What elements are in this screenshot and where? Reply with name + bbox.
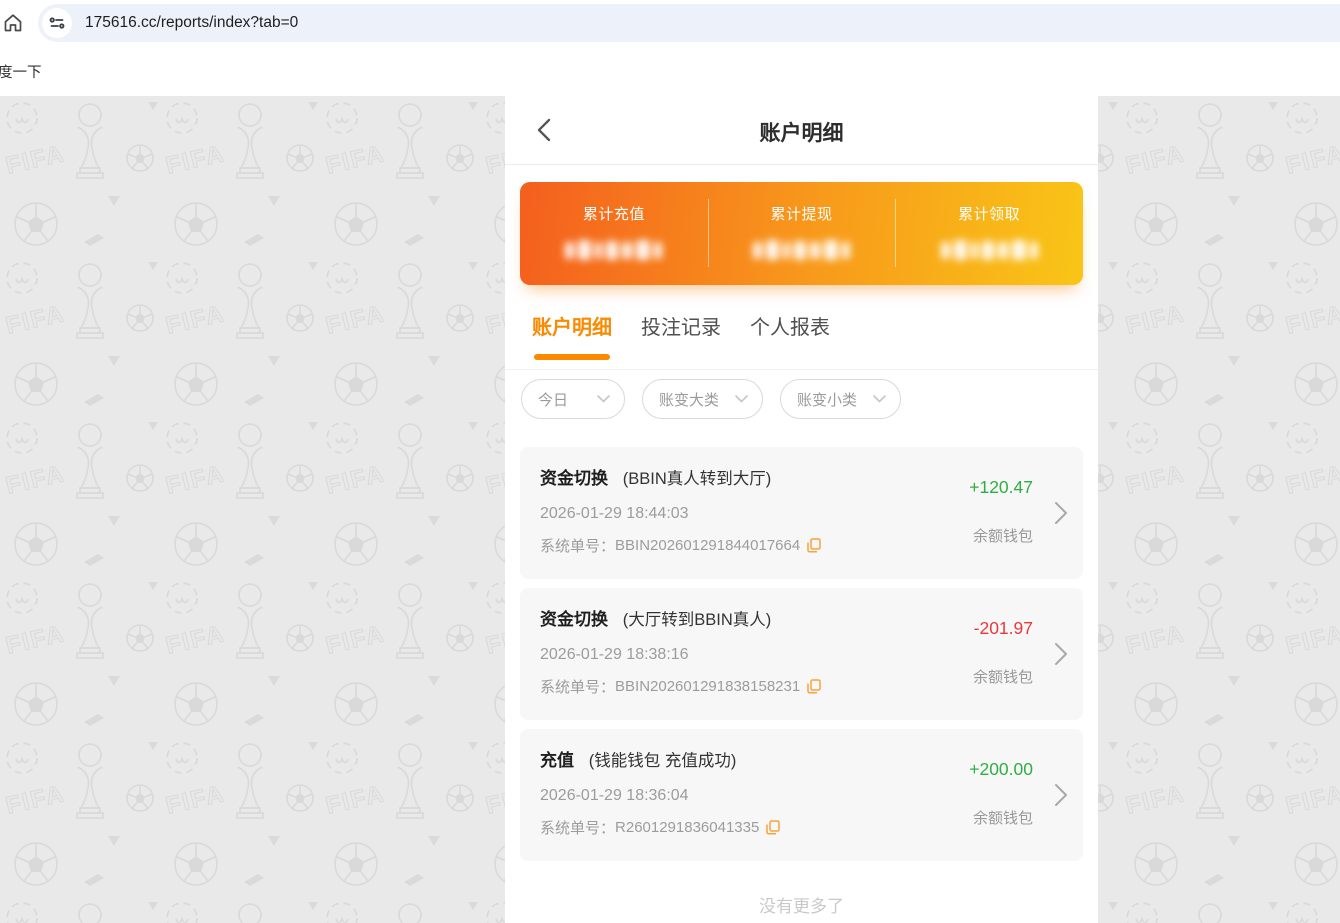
transaction-type: 资金切换 <box>540 610 608 629</box>
summary-total-deposit: 累计充值 <box>520 182 708 285</box>
summary-label: 累计充值 <box>520 203 708 224</box>
transaction-amount: -201.97 <box>973 618 1033 639</box>
transaction-wallet: 余额钱包 <box>973 666 1033 687</box>
order-number: BBIN202601291838158231 <box>615 678 800 695</box>
url-text: 175616.cc/reports/index?tab=0 <box>85 14 298 32</box>
order-label: 系统单号： <box>540 817 615 838</box>
account-panel: 账户明细 累计充值 累计提现 累计领取 <box>505 96 1098 923</box>
summary-label: 累计提现 <box>708 203 896 224</box>
filter-major-category-select[interactable]: 账变大类 <box>642 379 763 419</box>
transaction-amount-block: +120.47 余额钱包 <box>969 477 1033 546</box>
filter-label: 今日 <box>538 389 568 410</box>
filter-minor-category-select[interactable]: 账变小类 <box>780 379 901 419</box>
copy-icon[interactable] <box>807 679 821 694</box>
home-icon[interactable] <box>2 12 24 34</box>
filter-bar: 今日 账变大类 账变小类 <box>505 370 1098 428</box>
transaction-card[interactable]: 充值 (钱能钱包 充值成功) 2026-01-29 18:36:04 系统单号：… <box>520 729 1083 861</box>
chevron-right-icon <box>1053 640 1069 668</box>
order-number: BBIN202601291844017664 <box>615 537 800 554</box>
masked-value <box>708 240 896 260</box>
transaction-type: 资金切换 <box>540 469 608 488</box>
tab-label: 个人报表 <box>750 317 830 339</box>
bookmarks-bar: 度一下 <box>0 45 1340 96</box>
chevron-down-icon <box>597 395 610 403</box>
transaction-amount: +120.47 <box>969 477 1033 498</box>
active-tab-underline <box>534 354 610 360</box>
address-bar[interactable]: 175616.cc/reports/index?tab=0 <box>38 4 1340 42</box>
summary-label: 累计领取 <box>895 203 1083 224</box>
transaction-type: 充值 <box>540 751 574 770</box>
screenshot-root: 175616.cc/reports/index?tab=0 度一下 <box>0 0 1340 923</box>
masked-value <box>895 240 1083 260</box>
page-title: 账户明细 <box>505 117 1098 147</box>
transaction-amount-block: -201.97 余额钱包 <box>973 618 1033 687</box>
transaction-detail: (大厅转到BBIN真人) <box>623 611 772 629</box>
masked-value <box>520 240 708 260</box>
summary-card: 累计充值 累计提现 累计领取 <box>520 182 1083 285</box>
bookmark-item[interactable]: 度一下 <box>0 61 42 82</box>
copy-icon[interactable] <box>807 538 821 553</box>
panel-header: 账户明细 <box>505 96 1098 165</box>
tab-label: 账户明细 <box>532 317 612 339</box>
tab-label: 投注记录 <box>641 317 721 339</box>
tab-personal-report[interactable]: 个人报表 <box>750 311 830 369</box>
copy-icon[interactable] <box>766 820 780 835</box>
browser-toolbar: 175616.cc/reports/index?tab=0 <box>0 0 1340 45</box>
filter-label: 账变大类 <box>659 389 719 410</box>
transaction-wallet: 余额钱包 <box>969 807 1033 828</box>
transaction-card[interactable]: 资金切换 (BBIN真人转到大厅) 2026-01-29 18:44:03 系统… <box>520 447 1083 579</box>
no-more-text: 没有更多了 <box>520 870 1083 923</box>
order-label: 系统单号： <box>540 676 615 697</box>
site-permissions-icon[interactable] <box>42 8 72 38</box>
order-number: R2601291836041335 <box>615 819 759 836</box>
chevron-right-icon <box>1053 781 1069 809</box>
chevron-right-icon <box>1053 499 1069 527</box>
summary-total-withdraw: 累计提现 <box>708 182 896 285</box>
order-label: 系统单号： <box>540 535 615 556</box>
tab-bet-records[interactable]: 投注记录 <box>641 311 721 369</box>
filter-label: 账变小类 <box>797 389 857 410</box>
page-background: FIFA <box>0 96 1340 923</box>
transaction-amount: +200.00 <box>969 759 1033 780</box>
transaction-amount-block: +200.00 余额钱包 <box>969 759 1033 828</box>
summary-total-claim: 累计领取 <box>895 182 1083 285</box>
chevron-down-icon <box>735 395 748 403</box>
transaction-detail: (钱能钱包 充值成功) <box>589 752 737 770</box>
transaction-list: 资金切换 (BBIN真人转到大厅) 2026-01-29 18:44:03 系统… <box>505 428 1098 923</box>
transaction-wallet: 余额钱包 <box>969 525 1033 546</box>
transaction-detail: (BBIN真人转到大厅) <box>623 470 772 488</box>
tab-account-detail[interactable]: 账户明细 <box>532 311 612 369</box>
tab-bar: 账户明细 投注记录 个人报表 <box>505 285 1098 370</box>
filter-date-select[interactable]: 今日 <box>521 379 625 419</box>
transaction-card[interactable]: 资金切换 (大厅转到BBIN真人) 2026-01-29 18:38:16 系统… <box>520 588 1083 720</box>
chevron-down-icon <box>873 395 886 403</box>
